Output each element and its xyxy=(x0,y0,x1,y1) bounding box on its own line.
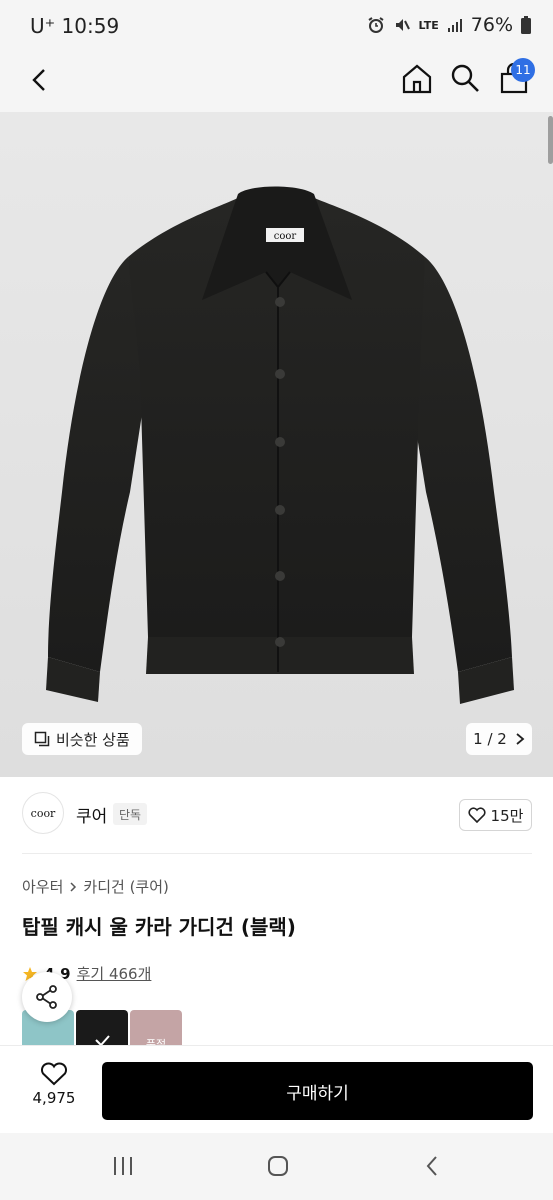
breadcrumb-item[interactable]: 아우터 xyxy=(22,876,63,897)
similar-products-label: 비슷한 상품 xyxy=(56,730,130,749)
home-icon xyxy=(402,64,432,94)
top-nav: 11 xyxy=(0,54,553,112)
signal-icon xyxy=(447,19,462,32)
network-label: LTE xyxy=(418,18,439,32)
home-button[interactable] xyxy=(400,62,434,96)
product-like-count: 4,975 xyxy=(32,1089,76,1107)
brand-like-button[interactable]: 15만 xyxy=(459,799,532,831)
cardigan-illustration: coor xyxy=(46,186,514,704)
back-arrow-icon xyxy=(426,1156,437,1176)
battery-percent: 76% xyxy=(470,14,513,36)
product-like-button[interactable]: 4,975 xyxy=(26,1062,82,1118)
divider xyxy=(22,853,532,854)
garment-label-text: coor xyxy=(274,231,297,242)
purchase-bar: 4,975 구매하기 xyxy=(0,1045,553,1133)
pager-text: 1 / 2 xyxy=(473,730,507,748)
cart-count-badge: 11 xyxy=(511,58,535,82)
status-bar: U⁺ 10:59 LTE 76% xyxy=(0,0,553,54)
status-icons: LTE 76% xyxy=(367,14,531,36)
battery-icon xyxy=(521,16,531,34)
exclusive-badge: 단독 xyxy=(113,803,148,825)
back-button[interactable] xyxy=(24,64,56,96)
brand-logo[interactable]: coor xyxy=(22,792,64,834)
brand-logo-text: coor xyxy=(30,806,56,820)
similar-products-button[interactable]: 비슷한 상품 xyxy=(22,723,142,755)
heart-icon xyxy=(40,1062,68,1086)
mute-icon xyxy=(395,19,410,31)
home-circle-icon xyxy=(268,1156,288,1176)
copy-icon xyxy=(34,731,50,747)
breadcrumb-item[interactable]: 카디건 (쿠어) xyxy=(83,876,168,897)
chevron-right-icon xyxy=(516,733,525,745)
carrier-time: U⁺ 10:59 xyxy=(30,14,120,38)
review-count-link[interactable]: 후기 466개 xyxy=(77,963,152,984)
heart-icon xyxy=(468,807,486,823)
share-button[interactable] xyxy=(22,972,72,1022)
search-icon xyxy=(451,64,479,92)
breadcrumb: 아우터 카디건 (쿠어) xyxy=(22,876,169,897)
brand-name[interactable]: 쿠어 xyxy=(76,802,107,827)
system-home-button[interactable] xyxy=(265,1153,291,1179)
product-image[interactable]: coor xyxy=(0,112,553,777)
share-icon xyxy=(36,985,57,1009)
alarm-icon xyxy=(367,17,384,33)
system-back-button[interactable] xyxy=(420,1153,446,1179)
system-nav-bar xyxy=(0,1133,553,1200)
image-pager[interactable]: 1 / 2 xyxy=(466,723,532,755)
chevron-left-icon xyxy=(32,69,45,91)
recent-apps-icon xyxy=(114,1157,132,1175)
search-button[interactable] xyxy=(449,62,481,94)
scrollbar[interactable] xyxy=(548,116,553,164)
product-title: 탑필 캐시 울 카라 가디건 (블랙) xyxy=(22,915,296,939)
recent-apps-button[interactable] xyxy=(110,1153,136,1179)
brand-like-count: 15만 xyxy=(490,806,524,825)
chevron-right-icon xyxy=(70,881,77,892)
buy-button[interactable]: 구매하기 xyxy=(102,1062,533,1120)
